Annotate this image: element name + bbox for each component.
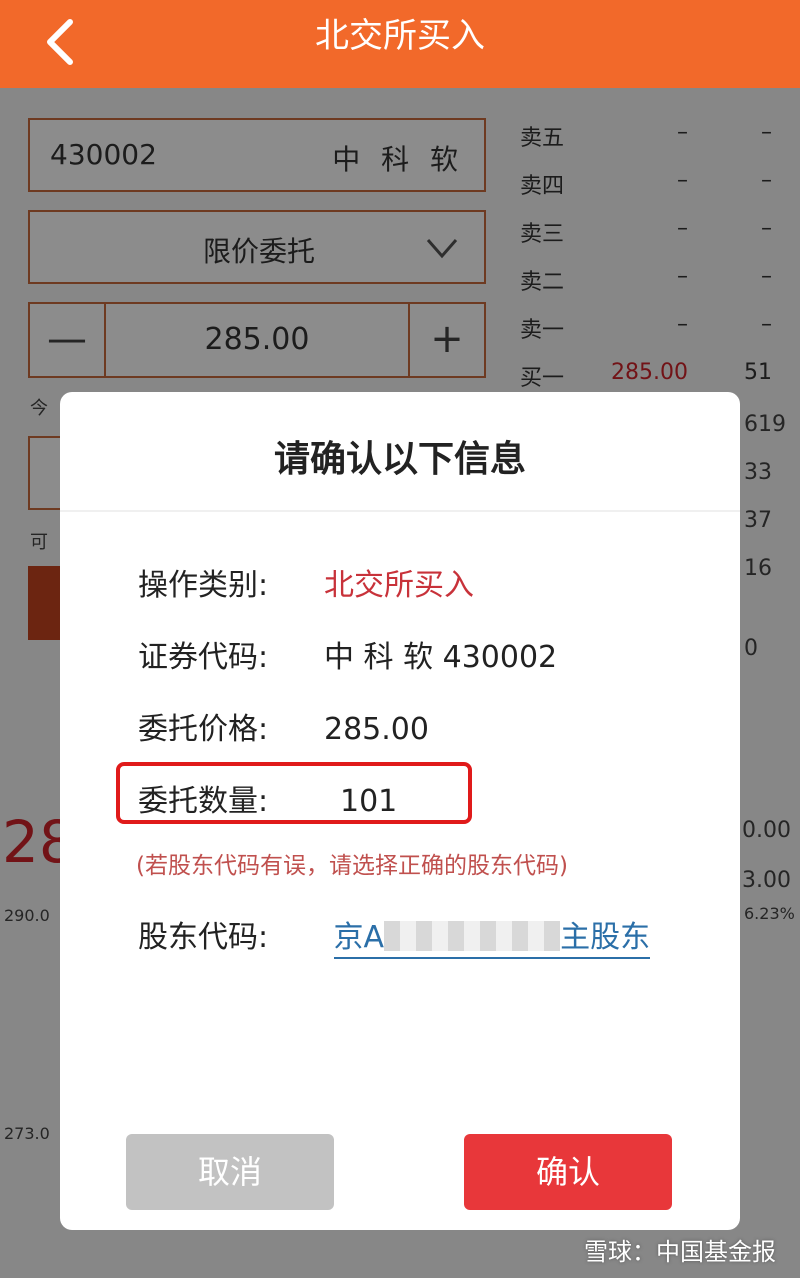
watermark: 雪球：中国基金报 xyxy=(584,1238,776,1266)
shareholder-code-row: 股东代码: 京A 主股东 xyxy=(138,912,651,959)
shareholder-hint: (若股东代码有误，请选择正确的股东代码) xyxy=(136,853,568,879)
confirm-dialog: 请确认以下信息 操作类别: 北交所买入 证券代码: 中 科 软 430002 委托价… xyxy=(60,392,740,1230)
app-header: 北交所买入 xyxy=(0,0,800,88)
shareholder-account-select[interactable]: 京A 主股东 xyxy=(333,920,651,959)
order-price-row: 委托价格: 285.00 xyxy=(138,712,429,747)
divider xyxy=(60,510,740,512)
cancel-button[interactable]: 取消 xyxy=(126,1134,334,1210)
security-code-row: 证券代码: 中 科 软 430002 xyxy=(138,640,558,675)
dialog-title: 请确认以下信息 xyxy=(273,439,526,480)
order-quantity-row: 委托数量: 101 xyxy=(138,784,398,819)
confirm-button[interactable]: 确认 xyxy=(464,1134,672,1210)
redacted-account xyxy=(384,921,561,951)
operation-type-row: 操作类别: 北交所买入 xyxy=(138,568,474,603)
page-title: 北交所买入 xyxy=(315,16,485,56)
